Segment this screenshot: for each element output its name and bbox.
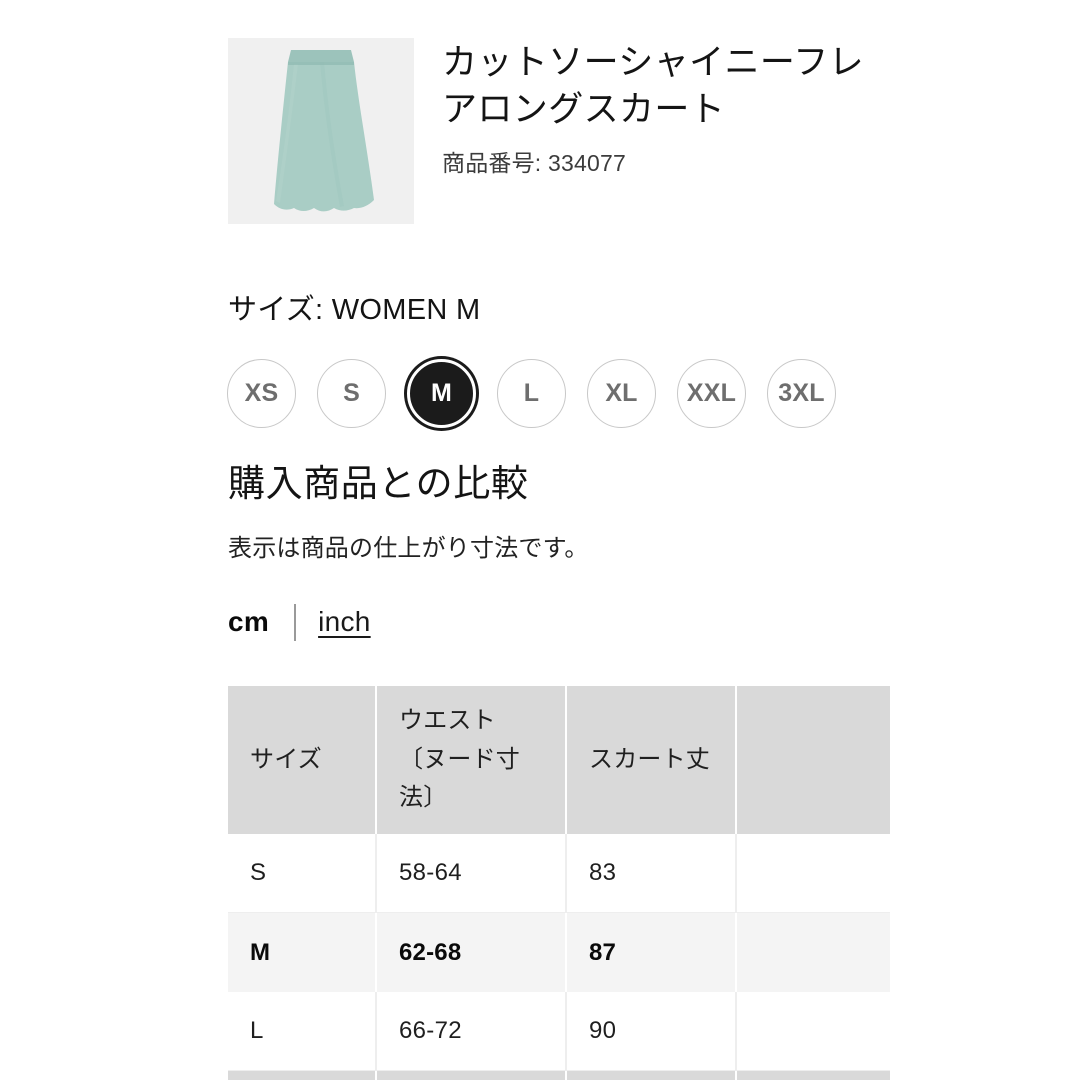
product-thumbnail[interactable]	[228, 38, 414, 224]
cell-skirt-length: 83	[567, 834, 737, 913]
comparison-note: 表示は商品の仕上がり寸法です。	[228, 535, 589, 562]
unit-option-inch[interactable]: inch	[318, 606, 371, 638]
unit-toggle: cm inch	[228, 603, 371, 641]
comparison-heading: 購入商品との比較	[228, 463, 529, 504]
cell-size: L	[228, 992, 377, 1071]
size-table-container: サイズ ウエスト〔ヌード寸法〕 スカート丈 S 58-64 83 M 62-68…	[228, 686, 890, 1080]
cell-size: M	[228, 913, 377, 992]
size-option-xs[interactable]: XS	[227, 359, 296, 428]
size-table-body: S 58-64 83 M 62-68 87 L 66-72 90	[228, 834, 890, 1080]
column-header-empty	[737, 686, 890, 834]
cell-size: S	[228, 834, 377, 913]
table-row[interactable]: S 58-64 83	[228, 834, 890, 913]
cell-size	[228, 1071, 377, 1080]
size-option-list: XS S M L XL XXL 3XL	[227, 359, 836, 428]
cell-skirt-length	[567, 1071, 737, 1080]
size-table: サイズ ウエスト〔ヌード寸法〕 スカート丈 S 58-64 83 M 62-68…	[228, 686, 890, 1080]
product-code: 商品番号: 334077	[442, 150, 626, 177]
column-header-waist: ウエスト〔ヌード寸法〕	[377, 686, 567, 834]
product-header: カットソーシャイニーフレアロングスカート 商品番号: 334077	[228, 38, 890, 224]
cell-waist	[377, 1071, 567, 1080]
product-info: カットソーシャイニーフレアロングスカート 商品番号: 334077	[442, 38, 890, 179]
product-title: カットソーシャイニーフレアロングスカート	[442, 43, 865, 129]
column-header-size: サイズ	[228, 686, 377, 834]
size-chart-page: カットソーシャイニーフレアロングスカート 商品番号: 334077 サイズ: W…	[0, 0, 1080, 1080]
unit-option-cm[interactable]: cm	[228, 606, 269, 638]
size-label: サイズ: WOMEN M	[228, 294, 481, 326]
size-option-s[interactable]: S	[317, 359, 386, 428]
unit-divider	[294, 603, 297, 641]
size-option-3xl[interactable]: 3XL	[767, 359, 836, 428]
cell-empty	[737, 913, 890, 992]
cell-empty	[737, 1071, 890, 1080]
size-option-xl[interactable]: XL	[587, 359, 656, 428]
size-table-head: サイズ ウエスト〔ヌード寸法〕 スカート丈	[228, 686, 890, 834]
cell-empty	[737, 834, 890, 913]
cell-waist: 62-68	[377, 913, 567, 992]
table-row[interactable]: L 66-72 90	[228, 992, 890, 1071]
cell-empty	[737, 992, 890, 1071]
cell-skirt-length: 87	[567, 913, 737, 992]
cell-waist: 58-64	[377, 834, 567, 913]
size-option-xxl[interactable]: XXL	[677, 359, 746, 428]
cell-skirt-length: 90	[567, 992, 737, 1071]
table-row[interactable]: M 62-68 87	[228, 913, 890, 992]
table-header-row: サイズ ウエスト〔ヌード寸法〕 スカート丈	[228, 686, 890, 834]
column-header-skirt-length: スカート丈	[567, 686, 737, 834]
skirt-illustration	[228, 38, 414, 224]
size-option-l[interactable]: L	[497, 359, 566, 428]
size-option-m[interactable]: M	[407, 359, 476, 428]
cell-waist: 66-72	[377, 992, 567, 1071]
table-row-partial[interactable]	[228, 1071, 890, 1080]
